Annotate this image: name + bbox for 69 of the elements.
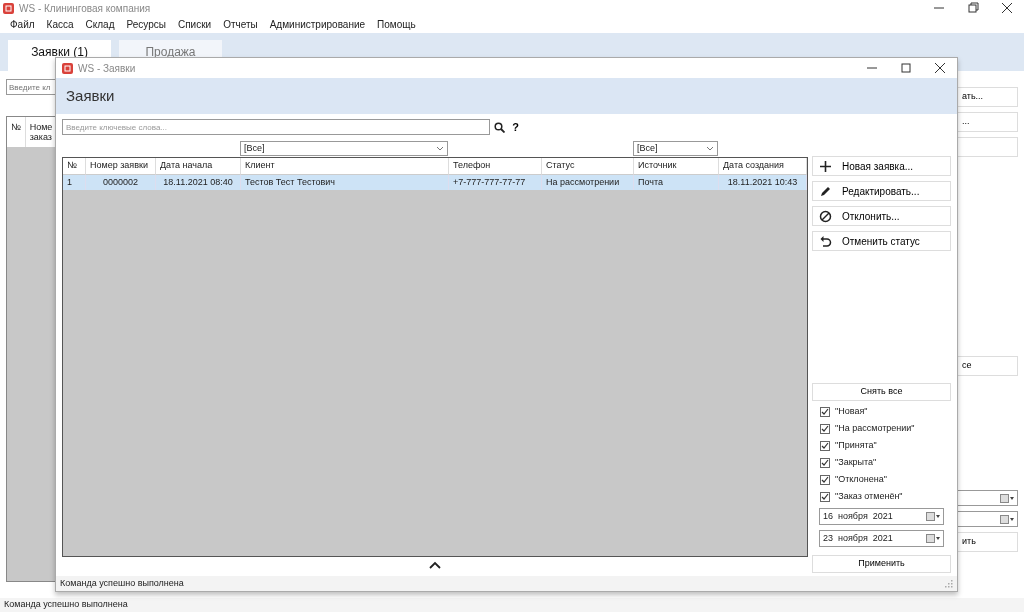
date-picker[interactable]: 16 ноября 2021 bbox=[819, 508, 944, 525]
prohibited-icon bbox=[819, 209, 832, 223]
menu-item[interactable]: Касса bbox=[40, 17, 80, 32]
column-header[interactable]: Клиент bbox=[241, 158, 449, 175]
menu-item[interactable]: Списки bbox=[171, 17, 218, 32]
checkbox[interactable] bbox=[820, 407, 830, 417]
checkbox[interactable] bbox=[820, 441, 830, 451]
clear-all-button[interactable]: Снять все bbox=[812, 383, 951, 401]
chevron-down-icon bbox=[706, 146, 714, 151]
app-logo-icon bbox=[62, 62, 73, 74]
table-cell: Почта bbox=[634, 175, 719, 190]
action-button[interactable]: Редактировать... bbox=[812, 181, 951, 201]
menu-item[interactable]: Файл bbox=[4, 17, 41, 32]
pencil-icon bbox=[819, 184, 832, 198]
search-icon[interactable] bbox=[494, 121, 506, 133]
table-cell: 1 bbox=[63, 175, 86, 190]
calendar-icon[interactable] bbox=[1000, 514, 1014, 524]
checkbox-label: "Новая" bbox=[835, 405, 868, 419]
column-header[interactable]: Номер заявки bbox=[86, 158, 156, 175]
undo-icon bbox=[819, 234, 832, 248]
column-header[interactable]: Телефон bbox=[449, 158, 542, 175]
table-cell: На рассмотрении bbox=[542, 175, 634, 190]
search-field[interactable]: Введите ключевые слова... bbox=[62, 119, 491, 135]
checkbox-label: "Закрыта" bbox=[835, 456, 877, 470]
help-button[interactable]: ? bbox=[509, 118, 522, 136]
checkbox[interactable] bbox=[820, 424, 830, 434]
page-heading: Заявки bbox=[66, 85, 115, 106]
status-text: Команда успешно выполнена bbox=[60, 576, 184, 590]
table-cell: 18.11.2021 08:40 bbox=[156, 175, 241, 190]
action-button[interactable]: Отменить статус bbox=[812, 231, 951, 251]
column-header: № bbox=[7, 117, 26, 147]
action-button[interactable]: Отклонить... bbox=[812, 206, 951, 226]
resize-grip-icon[interactable] bbox=[945, 579, 953, 588]
filter-dropdown[interactable]: [Все] bbox=[633, 141, 718, 156]
column-header[interactable]: № bbox=[63, 158, 86, 175]
window-title: WS - Клининговая компания bbox=[19, 1, 151, 16]
column-header[interactable]: Источник bbox=[634, 158, 719, 175]
table-cell: 18.11.2021 10:43 bbox=[719, 175, 807, 190]
checkbox-label: "Принята" bbox=[835, 439, 877, 453]
checkbox-label: "На рассмотрении" bbox=[835, 422, 915, 436]
filter-dropdown[interactable]: [Все] bbox=[240, 141, 448, 156]
action-button[interactable]: Новая заявка... bbox=[812, 156, 951, 176]
checkbox[interactable] bbox=[820, 458, 830, 468]
checkbox-label: "Заказ отменён" bbox=[835, 490, 903, 504]
apply-button[interactable]: Применить bbox=[812, 555, 951, 573]
checkbox-label: "Отклонена" bbox=[835, 473, 887, 487]
app-logo-icon bbox=[3, 2, 14, 14]
menu-item[interactable]: Ресурсы bbox=[120, 17, 172, 32]
table-cell: Тестов Тест Тестович bbox=[241, 175, 449, 190]
menu-item[interactable]: Склад bbox=[79, 17, 121, 32]
calendar-icon[interactable] bbox=[926, 512, 940, 521]
column-header[interactable]: Статус bbox=[542, 158, 634, 175]
checkbox[interactable] bbox=[820, 475, 830, 485]
calendar-icon[interactable] bbox=[1000, 493, 1014, 503]
column-header[interactable]: Дата создания bbox=[719, 158, 807, 175]
table-cell: 0000002 bbox=[86, 175, 156, 190]
calendar-icon[interactable] bbox=[926, 534, 940, 543]
plus-icon bbox=[819, 159, 832, 173]
caret-up-icon[interactable] bbox=[429, 561, 441, 569]
checkbox[interactable] bbox=[820, 492, 830, 502]
column-header[interactable]: Дата начала bbox=[156, 158, 241, 175]
search-field[interactable]: Введите кл bbox=[6, 79, 56, 95]
chevron-down-icon bbox=[436, 146, 444, 151]
menu-item[interactable]: Администрирование bbox=[263, 17, 372, 32]
date-picker[interactable]: 23 ноября 2021 bbox=[819, 530, 944, 547]
menu-item[interactable]: Помощь bbox=[371, 17, 422, 32]
menu-item[interactable]: Отчеты bbox=[217, 17, 264, 32]
status-text: Команда успешно выполнена bbox=[0, 598, 1024, 612]
table-cell: +7-777-777-77-77 bbox=[449, 175, 542, 190]
